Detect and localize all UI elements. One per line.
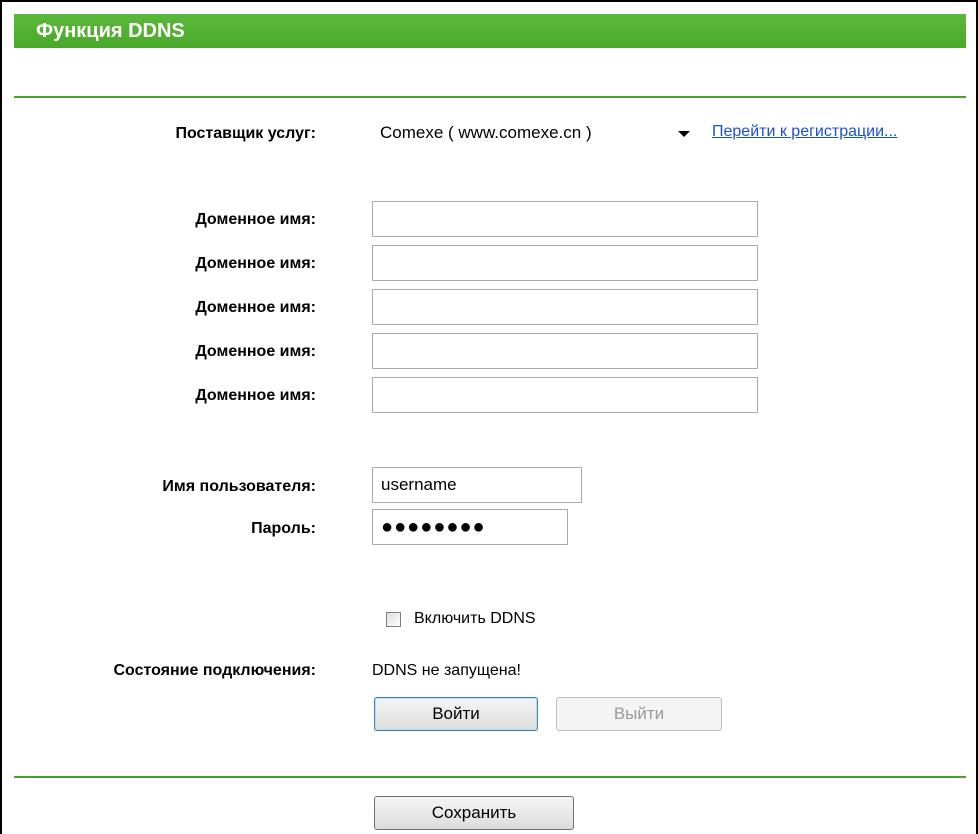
provider-selected-value: Comexe ( www.comexe.cn ) xyxy=(380,123,592,142)
domain-input-4[interactable] xyxy=(372,333,758,369)
enable-ddns-checkbox[interactable] xyxy=(386,612,401,627)
logout-button[interactable]: Выйти xyxy=(556,697,722,731)
enable-ddns-label: Включить DDNS xyxy=(414,610,536,627)
provider-label: Поставщик услуг: xyxy=(175,125,316,142)
domain-label-3: Доменное имя: xyxy=(195,299,316,316)
domain-label-2: Доменное имя: xyxy=(195,255,316,272)
domain-label-5: Доменное имя: xyxy=(195,387,316,404)
domain-input-2[interactable] xyxy=(372,245,758,281)
domain-label-1: Доменное имя: xyxy=(195,211,316,228)
domain-input-5[interactable] xyxy=(372,377,758,413)
login-button[interactable]: Войти xyxy=(374,697,538,731)
page-title: Функция DDNS xyxy=(14,14,966,48)
domain-input-1[interactable] xyxy=(372,201,758,237)
divider-top xyxy=(14,96,966,98)
status-value: DDNS не запущена! xyxy=(372,662,521,679)
domain-input-3[interactable] xyxy=(372,289,758,325)
chevron-down-icon xyxy=(678,131,690,137)
register-link[interactable]: Перейти к регистрации... xyxy=(712,123,897,141)
password-label: Пароль: xyxy=(251,520,316,537)
domain-label-4: Доменное имя: xyxy=(195,343,316,360)
username-label: Имя пользователя: xyxy=(162,478,316,495)
password-input[interactable]: ●●●●●●●● xyxy=(372,509,568,545)
username-input[interactable]: username xyxy=(372,467,582,503)
provider-select[interactable]: Comexe ( www.comexe.cn ) xyxy=(372,116,698,150)
save-button[interactable]: Сохранить xyxy=(374,796,574,830)
status-label: Состояние подключения: xyxy=(113,662,316,679)
divider-bottom xyxy=(14,776,966,778)
